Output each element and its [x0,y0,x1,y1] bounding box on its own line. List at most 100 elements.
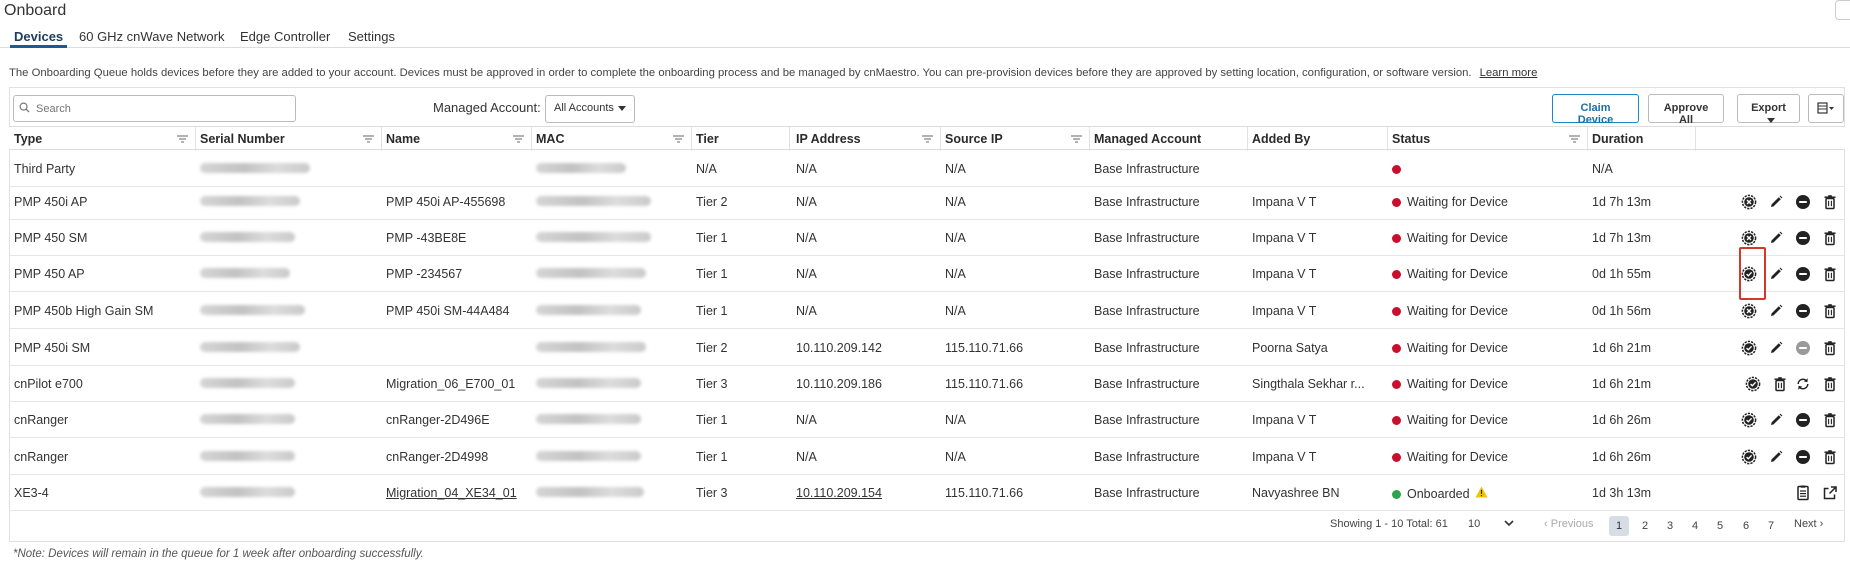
column-header-status[interactable]: Status [1392,132,1430,146]
cell-duration: 1d 6h 26m [1592,413,1652,427]
table-row[interactable]: cnPilot e700 Migration_06_E700_01 Tier 3 10… [9,366,1845,402]
search-box[interactable] [13,95,296,122]
table-row[interactable]: Third Party N/A N/A N/A Base Infrastructure N… [9,151,1845,187]
edit-icon[interactable] [1768,194,1784,210]
previous-page-button[interactable]: ‹ Previous [1544,518,1594,530]
page-6-button[interactable]: 6 [1736,516,1756,536]
column-header-duration[interactable]: Duration [1592,132,1643,146]
managed-account-select[interactable]: All Accounts [545,95,635,123]
page-size-select[interactable]: 10 [1468,518,1514,530]
table-row[interactable]: cnRanger cnRanger-2D496E Tier 1 N/A N/A Base … [9,402,1845,438]
remove-icon[interactable] [1795,194,1811,210]
column-header-type[interactable]: Type [14,132,42,146]
edit-icon[interactable] [1768,303,1784,319]
delete-icon[interactable] [1822,449,1838,465]
status-badge: Waiting for Device [1392,377,1508,391]
learn-more-link[interactable]: Learn more [1480,67,1538,79]
column-divider [940,127,941,151]
remove-disabled-icon[interactable] [1795,340,1811,356]
approve-disabled-icon[interactable] [1741,303,1757,319]
column-settings-button[interactable] [1808,94,1844,123]
column-header-tier[interactable]: Tier [696,132,719,146]
approve-disabled-icon[interactable] [1741,230,1757,246]
table-row[interactable]: PMP 450b High Gain SM PMP 450i SM-44A484 T… [9,293,1845,329]
column-header-added-by[interactable]: Added By [1252,132,1310,146]
open-external-icon[interactable] [1822,485,1838,501]
remove-icon[interactable] [1795,266,1811,282]
filter-icon[interactable] [1569,135,1580,143]
status-dot-icon [1392,453,1401,462]
cell-added-by: Impana V T [1252,413,1317,427]
tab-settings[interactable]: Settings [348,29,395,44]
approve-icon[interactable] [1745,376,1761,392]
tab-devices[interactable]: Devices [14,29,63,44]
delete-icon[interactable] [1822,412,1838,428]
pagination-summary: Showing 1 - 10 Total: 61 [1330,518,1448,530]
edit-icon[interactable] [1768,230,1784,246]
column-header-name[interactable]: Name [386,132,420,146]
cell-name[interactable]: Migration_04_XE34_01 [386,486,517,500]
tab-edge-controller[interactable]: Edge Controller [240,29,330,44]
cell-type: PMP 450b High Gain SM [14,304,154,318]
page-size-value: 10 [1468,518,1481,530]
column-header-mac[interactable]: MAC [536,132,564,146]
page-5-button[interactable]: 5 [1710,516,1730,536]
page-1-button[interactable]: 1 [1609,516,1629,536]
approve-disabled-icon[interactable] [1741,194,1757,210]
approve-all-button[interactable]: Approve All [1648,94,1724,126]
mac-redacted [536,414,641,424]
delete-icon[interactable] [1822,303,1838,319]
next-page-button[interactable]: Next › [1794,518,1823,530]
table-row[interactable]: PMP 450i AP PMP 450i AP-455698 Tier 2 N/A N/… [9,184,1845,220]
remove-icon[interactable] [1795,303,1811,319]
filter-icon[interactable] [922,135,933,143]
delete-icon[interactable] [1822,230,1838,246]
remove-icon[interactable] [1795,412,1811,428]
tab-60ghz-cnwave-network[interactable]: 60 GHz cnWave Network [79,29,224,44]
filter-icon[interactable] [673,135,684,143]
filter-icon[interactable] [177,135,188,143]
table-row[interactable]: XE3-4 Migration_04_XE34_01 Tier 3 10.110.20… [9,475,1845,511]
cell-ip-address: N/A [796,162,817,176]
approve-icon[interactable] [1741,449,1757,465]
filter-icon[interactable] [513,135,524,143]
page-4-button[interactable]: 4 [1685,516,1705,536]
cell-added-by: Impana V T [1252,267,1317,281]
edit-icon[interactable] [1768,449,1784,465]
table-row[interactable]: PMP 450 SM PMP -43BE8E Tier 1 N/A N/A Base In… [9,220,1845,256]
approve-icon[interactable] [1741,412,1757,428]
export-button[interactable]: Export [1737,94,1800,123]
filter-icon[interactable] [363,135,374,143]
claim-device-button[interactable]: Claim Device [1552,94,1639,126]
status-badge [1392,162,1407,176]
cell-added-by: Navyashree BN [1252,486,1340,500]
approve-icon[interactable] [1741,340,1757,356]
table-row[interactable]: cnRanger cnRanger-2D4998 Tier 1 N/A N/A Base … [9,439,1845,475]
filter-icon[interactable] [1071,135,1082,143]
delete-icon[interactable] [1772,376,1788,392]
column-header-managed-account[interactable]: Managed Account [1094,132,1201,146]
page-2-button[interactable]: 2 [1635,516,1655,536]
edit-icon[interactable] [1768,412,1784,428]
search-input[interactable] [34,99,289,118]
delete-icon[interactable] [1822,266,1838,282]
refresh-button[interactable] [1835,0,1850,20]
column-header-ip-address[interactable]: IP Address [796,132,861,146]
delete-icon[interactable] [1822,194,1838,210]
sync-icon[interactable] [1795,376,1811,392]
remove-icon[interactable] [1795,230,1811,246]
edit-icon[interactable] [1768,340,1784,356]
table-row[interactable]: PMP 450i SM Tier 2 10.110.209.142 115.110.7… [9,330,1845,366]
delete-icon[interactable] [1822,376,1838,392]
page-7-button[interactable]: 7 [1761,516,1781,536]
page-3-button[interactable]: 3 [1660,516,1680,536]
column-header-serial-number[interactable]: Serial Number [200,132,285,146]
delete-icon[interactable] [1822,340,1838,356]
table-row[interactable]: PMP 450 AP PMP -234567 Tier 1 N/A N/A Base In… [9,256,1845,292]
cell-ip-address[interactable]: 10.110.209.154 [796,486,882,500]
column-header-source-ip[interactable]: Source IP [945,132,1003,146]
edit-icon[interactable] [1768,266,1784,282]
details-icon[interactable] [1795,485,1811,501]
status-text: Waiting for Device [1407,341,1508,355]
remove-icon[interactable] [1795,449,1811,465]
